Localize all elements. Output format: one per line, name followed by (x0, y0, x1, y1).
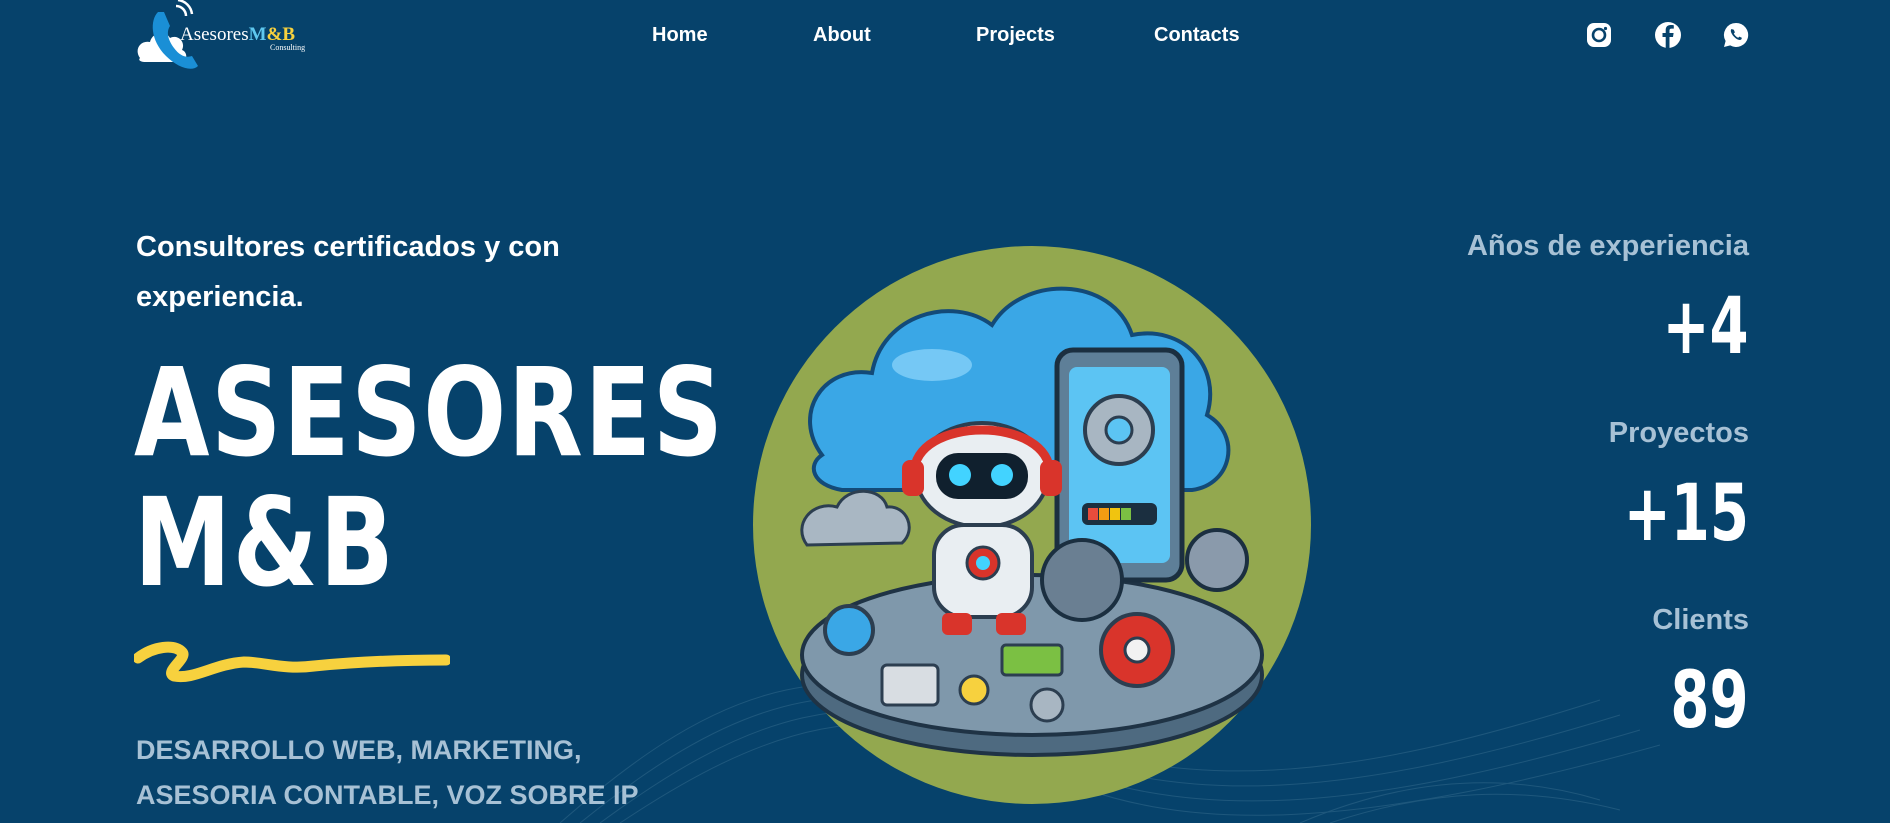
hero-tagline: Consultores certificados y con experienc… (136, 231, 560, 313)
logo-name-end: B (282, 24, 296, 45)
stat-value-clients: 89 (1670, 656, 1749, 746)
facebook-icon[interactable] (1653, 20, 1683, 50)
stat-value-years: +4 (1662, 282, 1749, 372)
yellow-swoosh-decoration (134, 641, 450, 683)
site-header: AsesoresM&B Consulting Home About Projec… (0, 0, 1890, 75)
logo-subtitle: Consulting (270, 43, 306, 52)
nav-item-home[interactable]: Home (652, 24, 708, 47)
logo-name-amp: & (266, 24, 283, 45)
stat-label-clients: Clients (1652, 604, 1749, 636)
nav-item-about[interactable]: About (813, 24, 871, 47)
social-links (1584, 20, 1754, 52)
hero-title-line-1: ASESORES (134, 342, 725, 484)
stat-label-years: Años de experiencia (1466, 230, 1749, 262)
logo-name-brand: M (248, 24, 267, 45)
logo-name-main: Asesores (180, 24, 249, 45)
instagram-icon[interactable] (1584, 20, 1614, 50)
nav-item-projects[interactable]: Projects (976, 24, 1055, 47)
robot-cloud-illustration (753, 246, 1311, 804)
hero-services: DESARROLLO WEB, MARKETING, ASESORIA CONT… (136, 735, 639, 810)
whatsapp-icon[interactable] (1721, 20, 1751, 50)
stat-value-projects: +15 (1623, 469, 1749, 559)
hero-title: ASESORES M&B (134, 342, 725, 614)
nav-item-contacts[interactable]: Contacts (1154, 24, 1240, 47)
stat-label-projects: Proyectos (1608, 417, 1749, 449)
logo[interactable]: AsesoresM&B Consulting (136, 0, 336, 72)
hero-title-line-2: M&B (134, 472, 396, 614)
